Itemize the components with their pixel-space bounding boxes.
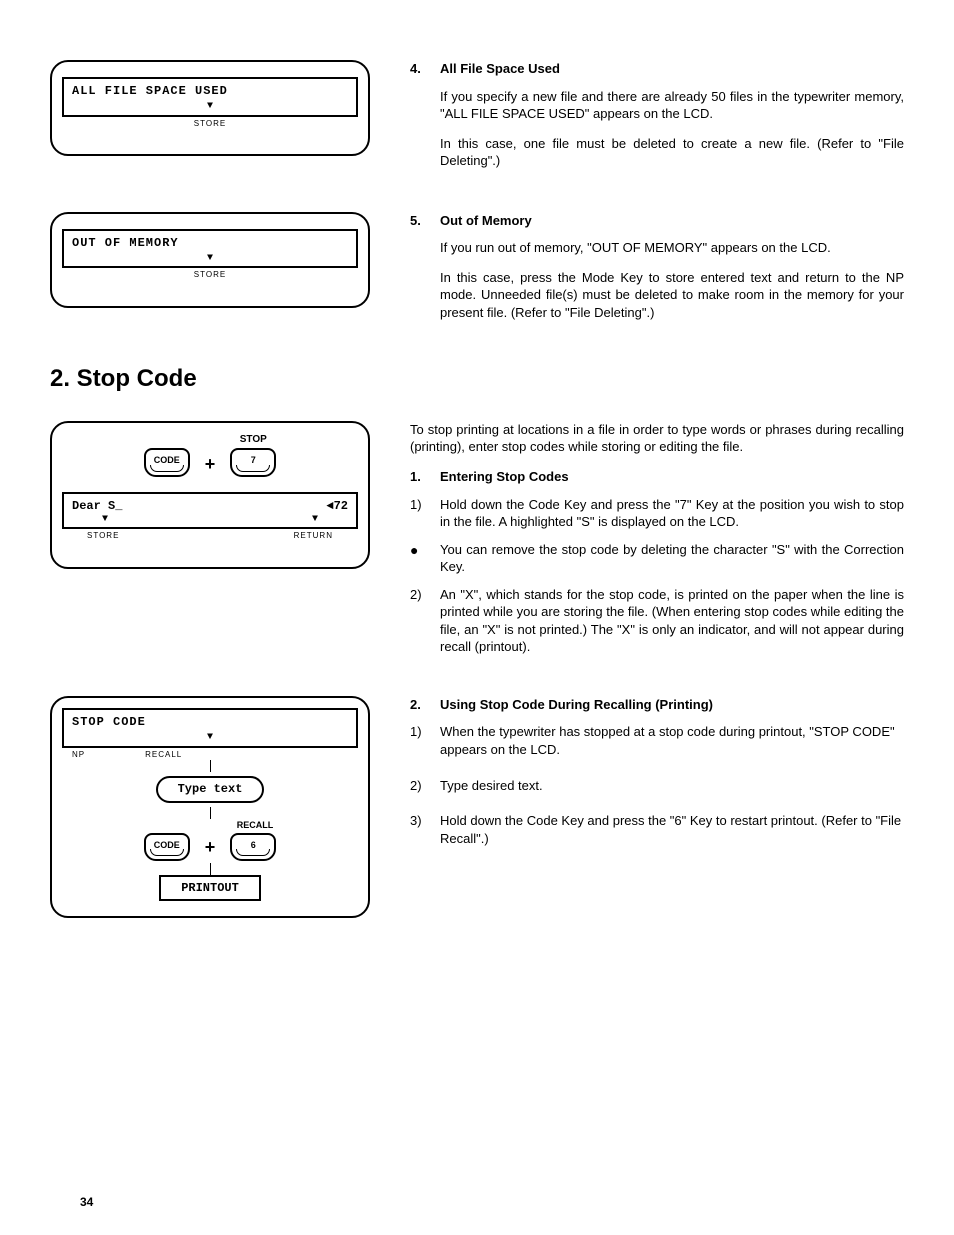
lcd-sublabel: STORE <box>194 119 226 130</box>
lcd-all-file-space: ALL FILE SPACE USED ▼ STORE <box>50 60 370 156</box>
pointer-icon: ▼ <box>207 252 213 266</box>
step-number: 1) <box>410 496 430 531</box>
plus-icon: + <box>205 835 216 859</box>
lcd-right-text: ◄72 <box>326 498 348 514</box>
seven-key-icon: 7 <box>230 448 276 476</box>
lcd-sublabel: RECALL <box>145 750 182 761</box>
lcd-sublabel: NP <box>72 750 85 761</box>
item-number: 4. <box>410 60 430 78</box>
step-number: 2) <box>410 586 430 656</box>
page-number: 34 <box>80 1194 93 1210</box>
item-number: 1. <box>410 468 430 486</box>
step-number: 1) <box>410 723 430 758</box>
step-text: An "X", which stands for the stop code, … <box>440 586 904 656</box>
stop-label: STOP <box>230 433 276 447</box>
item-number: 2. <box>410 696 430 714</box>
bullet-icon: ● <box>410 541 430 576</box>
lcd-text: STOP CODE <box>72 714 348 730</box>
plus-icon: + <box>205 452 216 476</box>
step-text: Hold down the Code Key and press the "7"… <box>440 496 904 531</box>
lcd-text: ALL FILE SPACE USED <box>72 83 348 99</box>
step-text: Hold down the Code Key and press the "6"… <box>440 812 904 847</box>
six-key-icon: 6 <box>230 833 276 861</box>
lcd-text: OUT OF MEMORY <box>72 235 348 251</box>
lcd-sublabel: STORE <box>87 531 119 542</box>
step-text: You can remove the stop code by deleting… <box>440 541 904 576</box>
pointer-icon: ▼ <box>207 100 213 114</box>
pointer-icon: ▼ <box>312 513 318 527</box>
type-text-box: Type text <box>156 776 265 802</box>
paragraph: If you run out of memory, "OUT OF MEMORY… <box>440 239 904 257</box>
paragraph: If you specify a new file and there are … <box>440 88 904 123</box>
diagram-using-stop-code: STOP CODE ▼ NP RECALL Type text RECALL C… <box>50 696 370 918</box>
lcd-sublabel: RETURN <box>294 531 333 542</box>
pointer-icon: ▼ <box>207 731 213 745</box>
step-number: 3) <box>410 812 430 847</box>
diagram-enter-stop-code: CODE + STOP 7 Dear S_ ◄72 ▼ ▼ <box>50 421 370 569</box>
step-text: When the typewriter has stopped at a sto… <box>440 723 904 758</box>
item-title: Using Stop Code During Recalling (Printi… <box>440 696 713 714</box>
recall-label: RECALL <box>62 819 358 831</box>
step-text: Type desired text. <box>440 777 543 795</box>
paragraph: In this case, one file must be deleted t… <box>440 135 904 170</box>
lcd-out-of-memory: OUT OF MEMORY ▼ STORE <box>50 212 370 308</box>
step-number: 2) <box>410 777 430 795</box>
item-number: 5. <box>410 212 430 230</box>
pointer-icon: ▼ <box>102 513 108 527</box>
paragraph: In this case, press the Mode Key to stor… <box>440 269 904 322</box>
item-title: Out of Memory <box>440 212 532 230</box>
code-key-icon: CODE <box>144 833 190 861</box>
lcd-sublabel: STORE <box>194 270 226 281</box>
printout-box: PRINTOUT <box>159 875 261 901</box>
item-title: Entering Stop Codes <box>440 468 569 486</box>
intro-paragraph: To stop printing at locations in a file … <box>410 421 904 456</box>
item-title: All File Space Used <box>440 60 560 78</box>
lcd-left-text: Dear S_ <box>72 498 122 514</box>
code-key-icon: CODE <box>144 448 190 476</box>
section-title: 2. Stop Code <box>50 363 904 395</box>
